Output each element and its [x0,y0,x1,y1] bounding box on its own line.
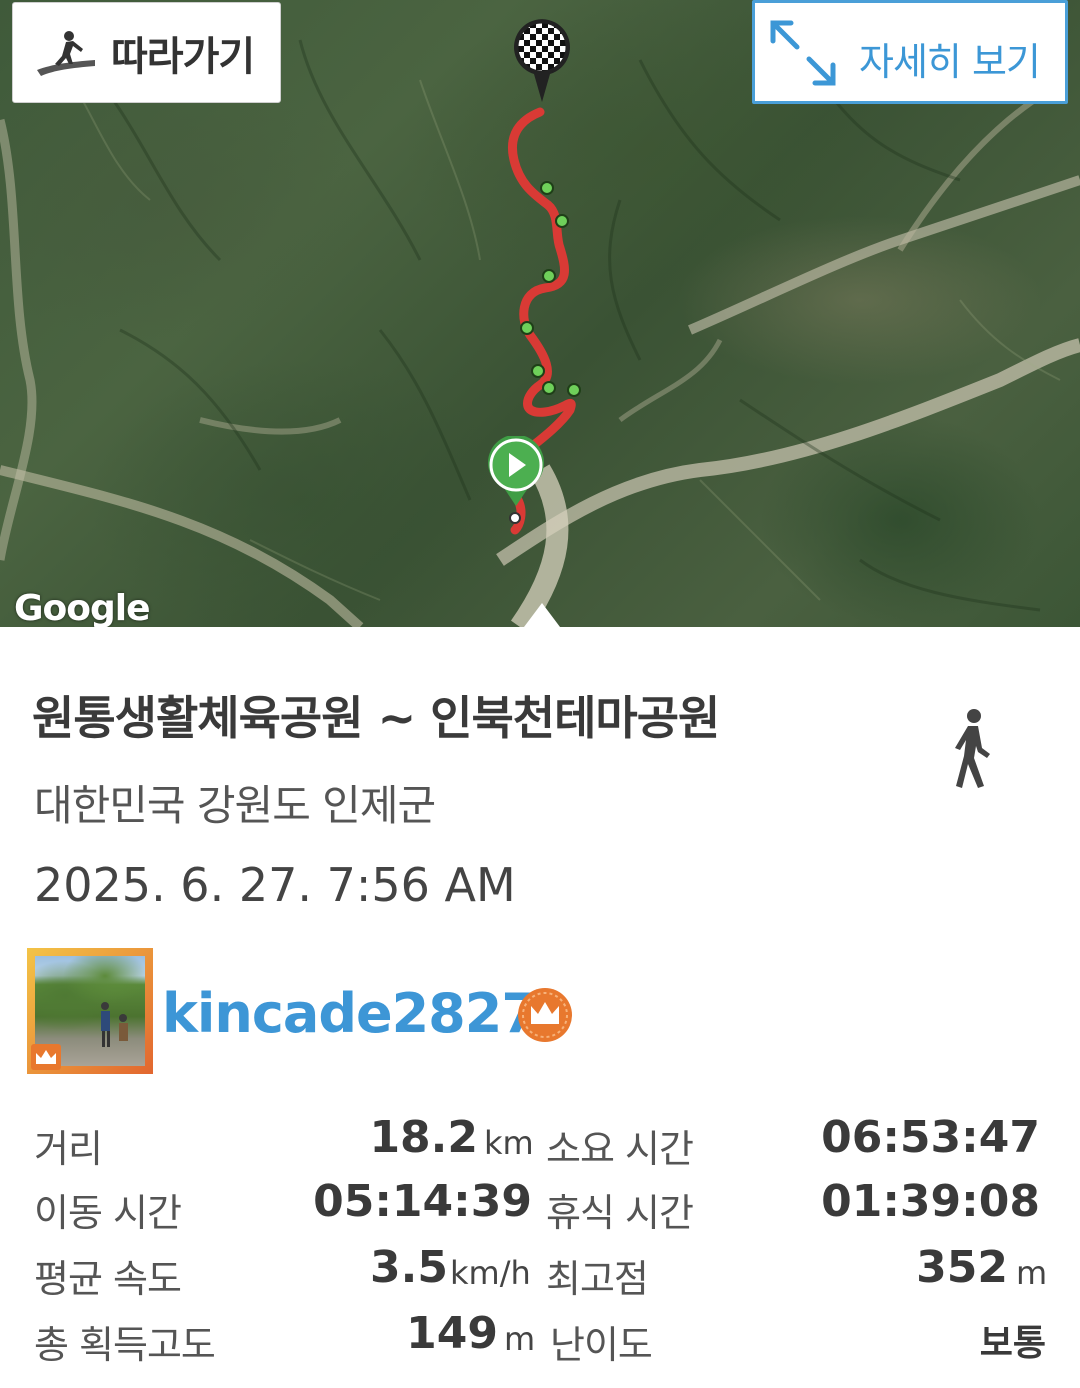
google-attribution: Google [14,588,151,627]
track-title: 원통생활체육공원 ~ 인북천테마공원 [32,691,720,745]
rest-time-label: 휴식 시간 [546,1191,694,1235]
max-altitude-unit: m [1016,1254,1048,1292]
view-details-button[interactable]: 자세히 보기 [752,0,1068,104]
track-datetime: 2025. 6. 27. 7:56 AM [34,858,516,912]
crown-badge-icon [31,1044,61,1070]
total-time-label: 소요 시간 [546,1127,694,1171]
avg-speed-value: 3.5 [370,1242,448,1293]
moving-time-label: 이동 시간 [34,1191,182,1235]
finish-flag-icon[interactable] [512,16,572,104]
distance-unit: km [484,1124,534,1162]
elevation-gain-unit: m [504,1320,536,1358]
avg-speed-label: 평균 속도 [34,1257,182,1301]
total-time-value: 06:53:47 [821,1112,1040,1163]
elevation-gain-label: 총 획득고도 [34,1323,216,1367]
follow-label: 따라가기 [111,33,255,80]
max-altitude-label: 최고점 [546,1257,649,1301]
view-details-label: 자세히 보기 [859,40,1041,84]
route-map[interactable]: 따라가기 자세히 보기 Google [0,0,1080,627]
username-link[interactable]: kincade2827 [162,982,539,1045]
difficulty-label: 난이도 [550,1323,653,1367]
difficulty-value: 보통 [979,1323,1046,1364]
track-location: 대한민국 강원도 인제군 [34,781,436,830]
expand-arrows-icon [770,20,836,86]
elevation-gain-value: 149 [406,1308,498,1359]
map-pointer-notch [524,603,560,627]
distance-label: 거리 [34,1127,103,1171]
follow-button[interactable]: 따라가기 [12,2,281,103]
walking-person-icon [955,709,990,788]
hiker-figures [101,1002,128,1047]
moving-time-value: 05:14:39 [313,1176,532,1227]
start-marker-icon[interactable] [486,436,546,508]
avg-speed-unit: km/h [450,1254,531,1292]
rest-time-value: 01:39:08 [821,1176,1040,1227]
crown-icon [518,988,572,1042]
hiker-on-path-icon [37,30,95,76]
user-avatar[interactable] [27,948,153,1074]
distance-value: 18.2 [369,1112,478,1163]
max-altitude-value: 352 [916,1242,1008,1293]
